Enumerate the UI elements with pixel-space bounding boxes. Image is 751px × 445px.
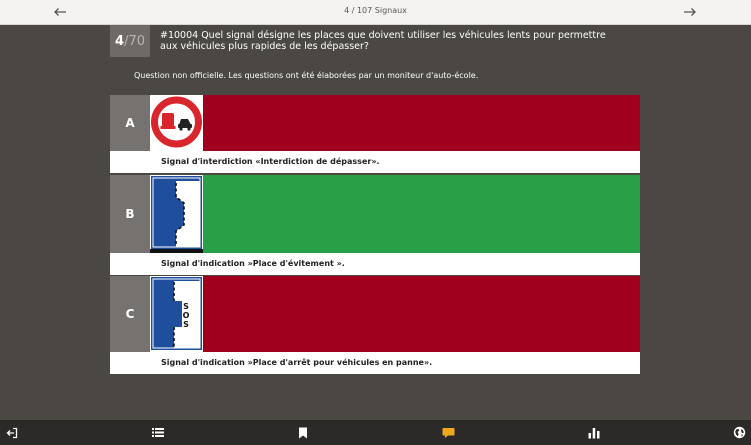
top-bar: 4 / 107 Signaux — [0, 0, 751, 25]
question-list-button[interactable] — [149, 424, 166, 441]
sos-letter-1: S — [183, 302, 189, 311]
question-counter: 4 / 107 Signaux — [344, 6, 407, 15]
globe-icon — [733, 426, 746, 439]
no-overtaking-sign — [150, 95, 203, 151]
answer-letter: A — [110, 95, 150, 151]
sos-letter-3: S — [183, 320, 189, 329]
exit-icon — [6, 427, 17, 438]
stats-icon — [588, 427, 599, 438]
language-button[interactable] — [731, 424, 748, 441]
next-question-button[interactable] — [679, 2, 701, 22]
answer-a-result-fill — [203, 95, 640, 151]
answer-b-result-fill — [203, 175, 640, 253]
answer-c-caption: Signal d'indication »Place d'arrêt pour … — [110, 352, 640, 374]
exit-button[interactable] — [3, 424, 20, 441]
answer-letter: C — [110, 276, 150, 352]
list-icon — [151, 428, 164, 437]
answer-caption-text: Signal d'indication »Place d'arrêt pour … — [161, 358, 433, 367]
answer-b-caption: Signal d'indication »Place d'évitement »… — [110, 253, 640, 275]
disclaimer-note: Question non officielle. Les questions o… — [134, 71, 479, 80]
question-progress-badge: 4/70 — [110, 25, 150, 57]
arrow-right-icon — [684, 8, 696, 16]
bookmark-icon — [298, 427, 307, 438]
bookmark-button[interactable] — [294, 424, 311, 441]
comment-button[interactable] — [440, 424, 457, 441]
question-current: 4 — [115, 33, 125, 49]
sos-letter-2: O — [183, 311, 190, 320]
passing-place-sign — [150, 175, 203, 253]
answer-caption-text: Signal d'interdiction «Interdiction de d… — [161, 157, 380, 166]
answer-letter: B — [110, 175, 150, 253]
bottom-toolbar — [0, 420, 751, 445]
statistics-button[interactable] — [585, 424, 602, 441]
comment-icon — [442, 427, 455, 438]
answer-c-result-fill — [203, 276, 640, 352]
emergency-stop-sign: S O S — [150, 276, 203, 352]
question-total: /70 — [124, 33, 145, 49]
answer-a-caption: Signal d'interdiction «Interdiction de d… — [110, 151, 640, 173]
answer-caption-text: Signal d'indication »Place d'évitement »… — [161, 259, 345, 268]
question-text: #10004 Quel signal désigne les places qu… — [160, 30, 606, 52]
